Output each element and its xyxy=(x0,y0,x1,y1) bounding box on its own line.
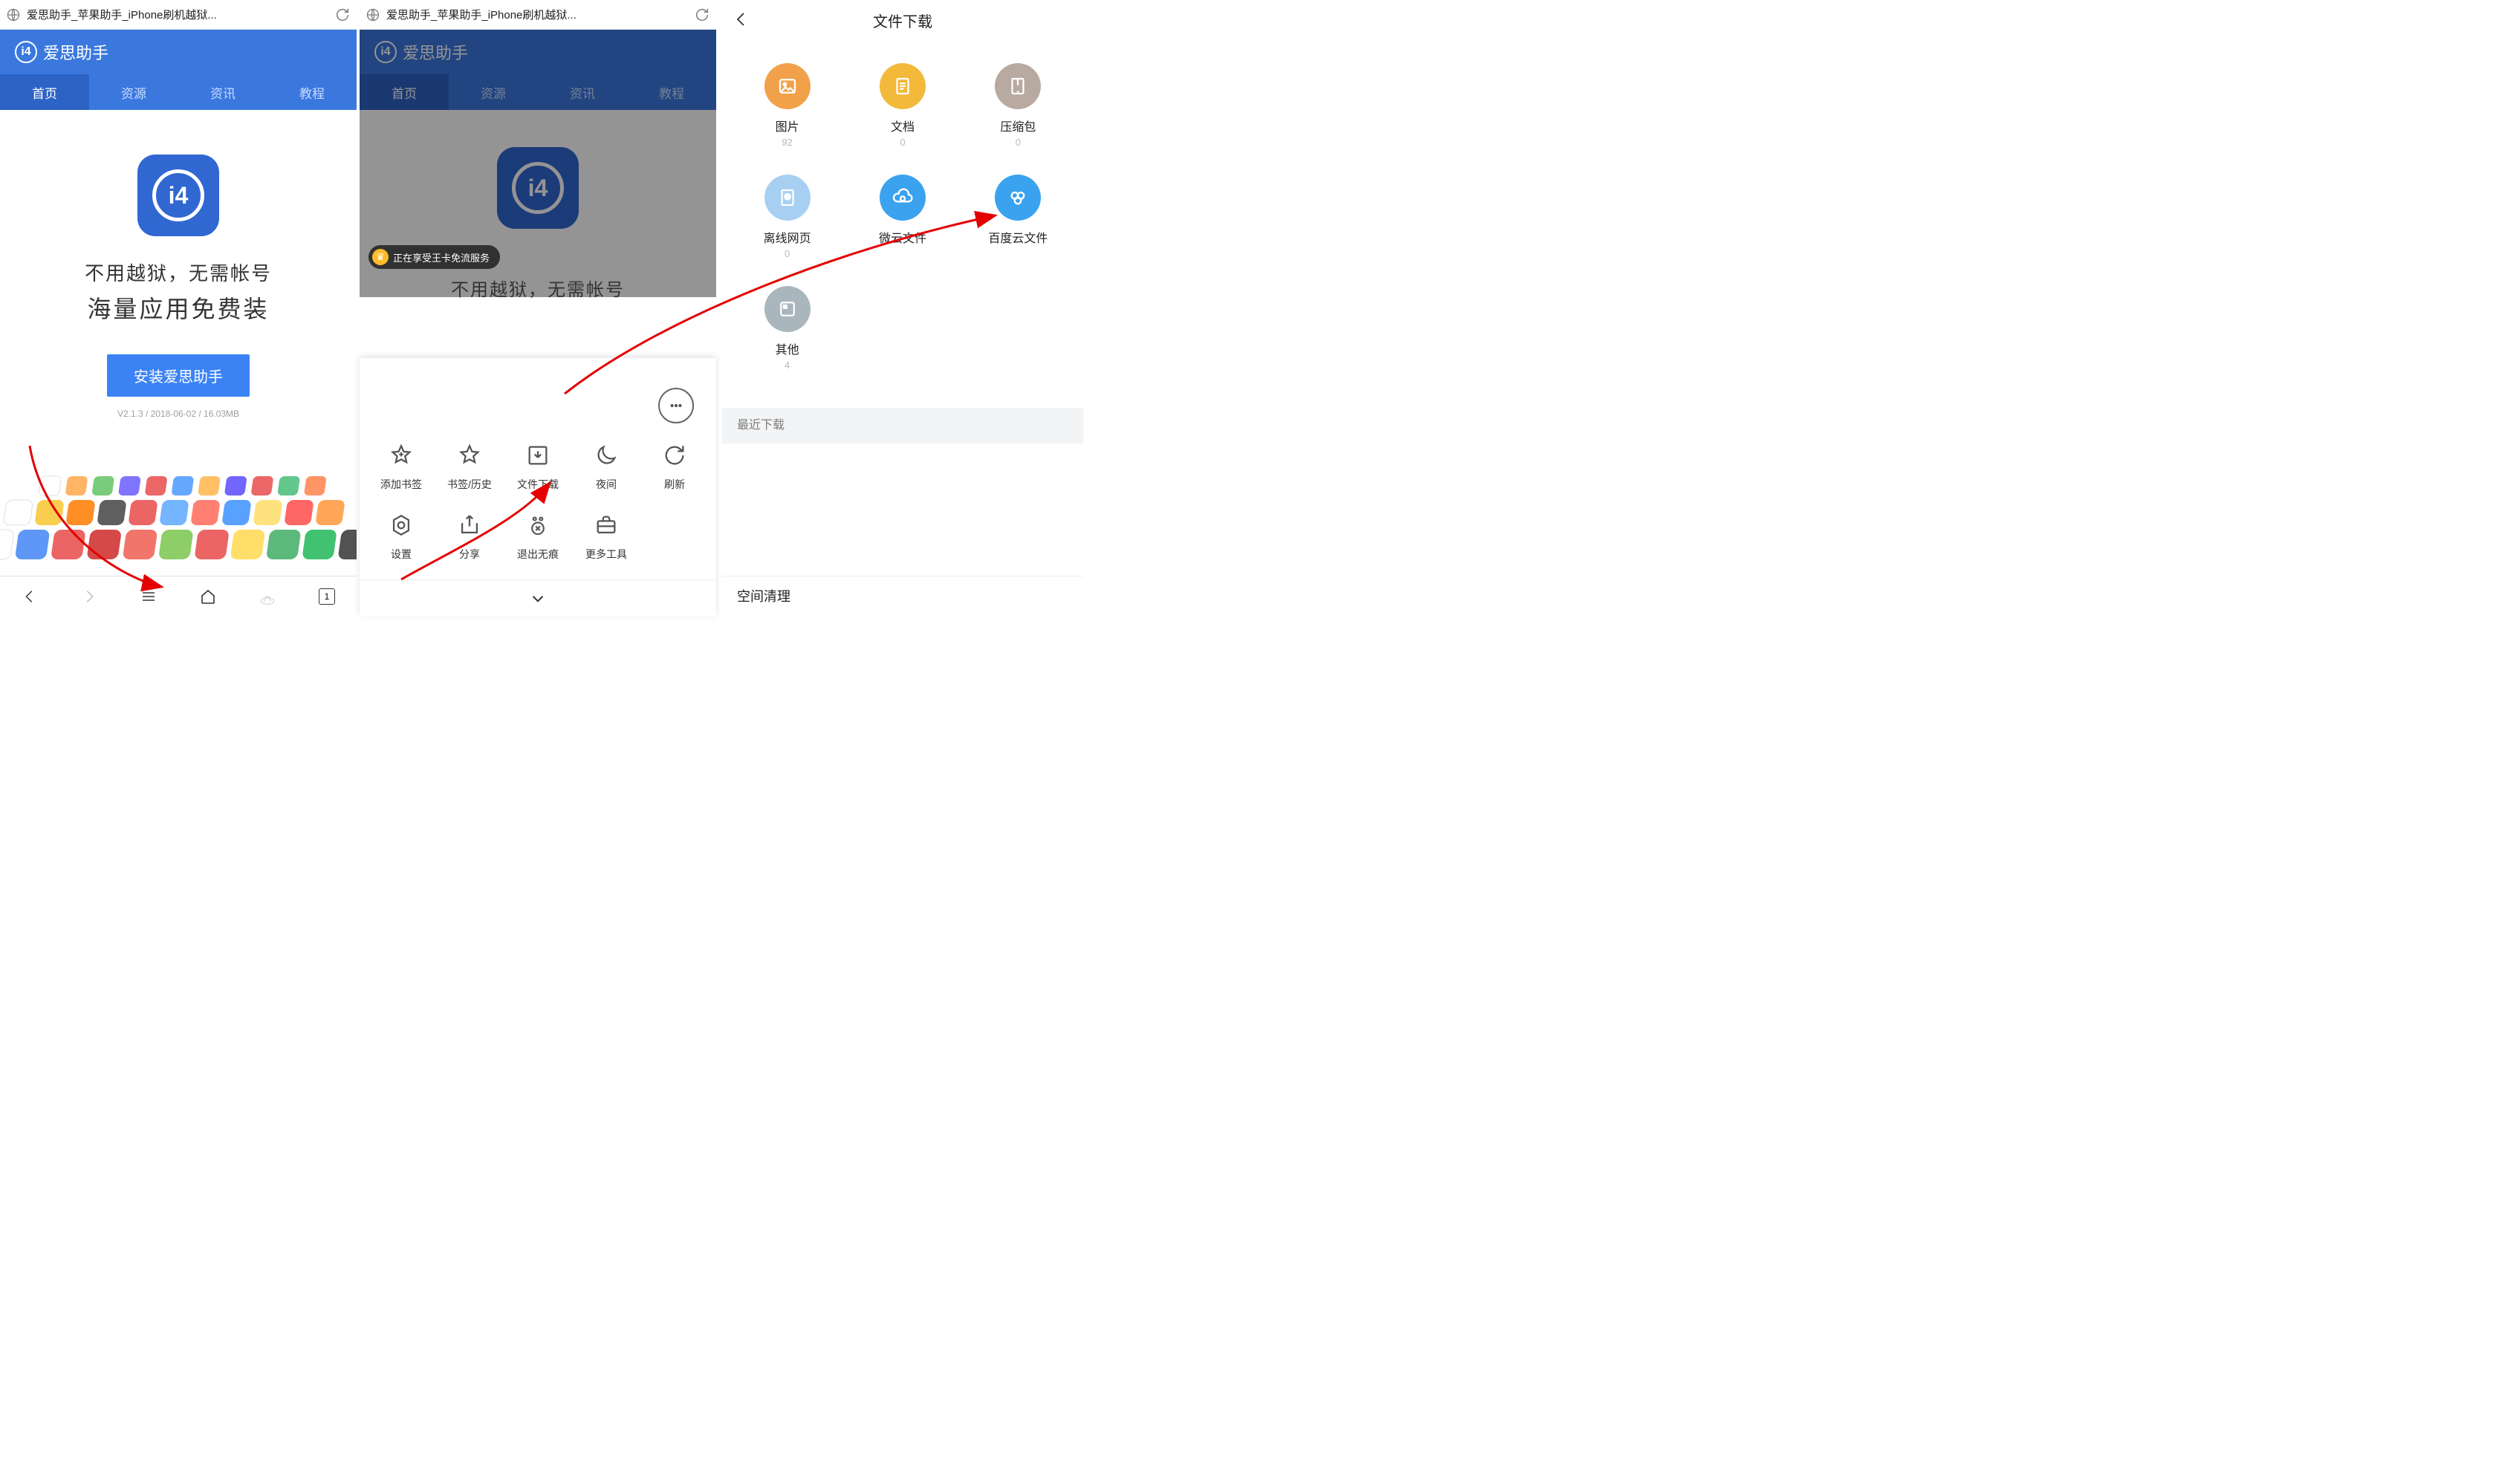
brand-name: 爱思助手 xyxy=(43,40,108,64)
address-title: 爱思助手_苹果助手_iPhone刷机越狱... xyxy=(27,7,330,22)
star-icon xyxy=(454,440,485,471)
tab-resources: 资源 xyxy=(449,74,538,110)
menu-add-bookmark[interactable]: 添加书签 xyxy=(367,440,435,492)
nav-back[interactable] xyxy=(19,585,41,608)
back-button[interactable] xyxy=(733,10,750,28)
tab-count-badge: 1 xyxy=(319,588,335,605)
menu-row-2: 设置 分享 退出无痕 更多工具 xyxy=(360,510,716,579)
nav-menu[interactable] xyxy=(137,585,160,608)
nav-tabs[interactable]: 1 xyxy=(316,585,338,608)
site-tabs: 首页 资源 资讯 教程 xyxy=(0,74,357,110)
wangka-banner[interactable]: ♛ 正在享受王卡免流服务 xyxy=(368,245,500,269)
feedback-button[interactable] xyxy=(658,388,694,423)
headline-2: 海量应用免费装 xyxy=(0,290,357,325)
toolbox-icon xyxy=(591,510,622,541)
tab-resources[interactable]: 资源 xyxy=(89,74,178,110)
background-app-grid xyxy=(0,464,357,576)
moon-icon xyxy=(591,440,622,471)
category-weiyun-files[interactable]: 微云文件 xyxy=(845,175,960,259)
menu-row-1: 添加书签 书签/历史 文件下载 夜间 xyxy=(360,440,716,510)
browser-bottom-nav: 1 xyxy=(0,576,357,617)
menu-exit-incognito[interactable]: 退出无痕 xyxy=(504,510,572,562)
category-other[interactable]: 其他 4 xyxy=(730,286,845,371)
menu-bookmarks-history[interactable]: 书签/历史 xyxy=(435,440,504,492)
app-meta: V2.1.3 / 2018-06-02 / 16.03MB xyxy=(0,409,357,419)
document-icon xyxy=(880,63,926,109)
menu-night-mode[interactable]: 夜间 xyxy=(572,440,640,492)
category-documents[interactable]: 文档 0 xyxy=(845,63,960,148)
app-icon-glyph: i4 xyxy=(152,169,204,221)
incognito-exit-icon xyxy=(522,510,553,541)
refresh-icon xyxy=(659,440,690,471)
tab-home: 首页 xyxy=(360,74,449,110)
nav-incognito[interactable] xyxy=(256,585,279,608)
globe-icon xyxy=(6,7,21,22)
nav-home[interactable] xyxy=(197,585,219,608)
tab-tutorials[interactable]: 教程 xyxy=(267,74,357,110)
recent-downloads-header: 最近下载 xyxy=(722,408,1083,443)
crown-icon: ♛ xyxy=(372,249,389,265)
category-grid: 图片 92 文档 0 压缩包 0 离线网页 0 xyxy=(722,41,1083,405)
brand: i4 爱思助手 xyxy=(0,30,357,74)
archive-icon xyxy=(995,63,1041,109)
headline-1: 不用越狱，无需帐号 xyxy=(0,259,357,286)
globe-icon xyxy=(366,7,380,22)
menu-settings[interactable]: 设置 xyxy=(367,510,435,562)
weiyun-icon xyxy=(880,175,926,221)
sheet-header xyxy=(360,358,716,440)
site-header: i4 爱思助手 首页 资源 资讯 教程 xyxy=(0,30,357,110)
tab-news[interactable]: 资讯 xyxy=(178,74,267,110)
menu-file-download[interactable]: 文件下载 xyxy=(504,440,572,492)
install-button[interactable]: 安装爱思助手 xyxy=(107,354,250,397)
app-icon: i4 xyxy=(137,155,219,236)
menu-more-tools[interactable]: 更多工具 xyxy=(572,510,640,562)
category-offline-pages[interactable]: 离线网页 0 xyxy=(730,175,845,259)
page-header: 文件下载 xyxy=(722,0,1083,41)
share-icon xyxy=(454,510,485,541)
storage-cleanup-button[interactable]: 空间清理 xyxy=(722,576,1083,617)
other-icon xyxy=(764,286,811,332)
brand-logo-icon: i4 xyxy=(15,41,37,63)
image-icon xyxy=(764,63,811,109)
screenshot-3: 文件下载 图片 92 文档 0 压缩包 0 离线 xyxy=(722,0,1083,617)
chevron-down-icon xyxy=(528,589,548,608)
address-title: 爱思助手_苹果助手_iPhone刷机越狱... xyxy=(386,7,689,22)
screenshot-1: 爱思助手_苹果助手_iPhone刷机越狱... i4 爱思助手 首页 资源 资讯… xyxy=(0,0,357,617)
tab-home[interactable]: 首页 xyxy=(0,74,89,110)
tab-news: 资讯 xyxy=(538,74,627,110)
gear-icon xyxy=(386,510,417,541)
reload-icon[interactable] xyxy=(334,7,351,23)
site-header: i4爱思助手 首页 资源 资讯 教程 xyxy=(360,30,716,110)
truncated-headline: 不用越狱，无需帐号 xyxy=(360,275,716,301)
download-icon xyxy=(522,440,553,471)
address-bar[interactable]: 爱思助手_苹果助手_iPhone刷机越狱... xyxy=(360,0,716,30)
star-plus-icon xyxy=(386,440,417,471)
nav-forward[interactable] xyxy=(78,585,100,608)
category-archives[interactable]: 压缩包 0 xyxy=(961,63,1076,148)
category-images[interactable]: 图片 92 xyxy=(730,63,845,148)
offline-page-icon xyxy=(764,175,811,221)
page-title: 文件下载 xyxy=(873,10,932,31)
baidu-cloud-icon xyxy=(995,175,1041,221)
address-bar[interactable]: 爱思助手_苹果助手_iPhone刷机越狱... xyxy=(0,0,357,30)
reload-icon[interactable] xyxy=(694,7,710,23)
page-content: i4 不用越狱，无需帐号 海量应用免费装 安装爱思助手 V2.1.3 / 201… xyxy=(0,155,357,419)
category-baidu-cloud-files[interactable]: 百度云文件 xyxy=(961,175,1076,259)
menu-sheet: 添加书签 书签/历史 文件下载 夜间 xyxy=(360,358,716,617)
screenshot-2: 爱思助手_苹果助手_iPhone刷机越狱... i4爱思助手 首页 资源 资讯 … xyxy=(360,0,716,617)
tab-tutorials: 教程 xyxy=(627,74,716,110)
sheet-collapse[interactable] xyxy=(360,579,716,617)
menu-share[interactable]: 分享 xyxy=(435,510,504,562)
menu-refresh[interactable]: 刷新 xyxy=(640,440,709,492)
